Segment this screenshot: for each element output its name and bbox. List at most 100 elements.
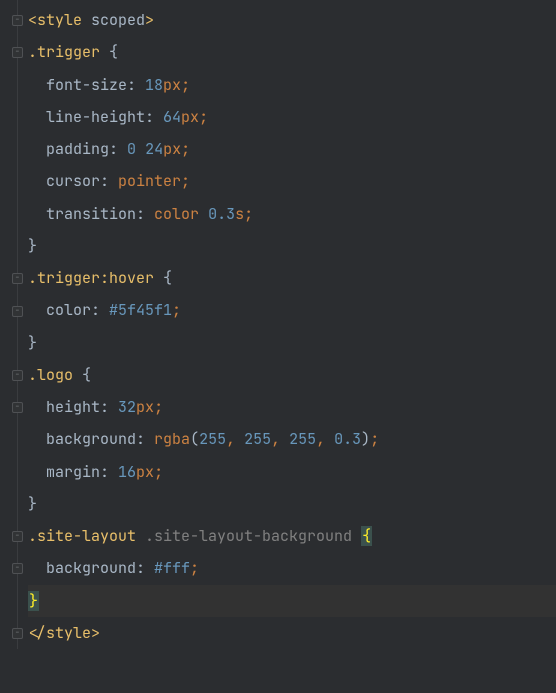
fold-icon[interactable] xyxy=(12,273,23,284)
unit: s xyxy=(235,204,244,224)
tag-close: > xyxy=(91,623,100,643)
property: margin xyxy=(28,462,100,482)
comma: , xyxy=(271,429,289,449)
fold-icon[interactable] xyxy=(12,628,23,639)
tag-close: > xyxy=(145,10,154,30)
unit: px xyxy=(163,75,181,95)
gutter xyxy=(0,4,24,653)
code-line[interactable]: margin: 16px; xyxy=(28,456,556,488)
brace: { xyxy=(154,268,172,288)
brace: } xyxy=(28,333,37,353)
number: 0 xyxy=(127,139,136,159)
brace: } xyxy=(28,494,37,514)
semi: ; xyxy=(244,204,253,224)
semi: ; xyxy=(154,397,163,417)
paren: ( xyxy=(190,429,199,449)
unit: px xyxy=(163,139,181,159)
code-line[interactable]: background: rgba(255, 255, 255, 0.3); xyxy=(28,423,556,455)
code-line-current[interactable]: } xyxy=(28,585,556,617)
semi: ; xyxy=(154,462,163,482)
brace: } xyxy=(28,236,37,256)
code-line[interactable]: line-height: 64px; xyxy=(28,101,556,133)
fold-icon[interactable] xyxy=(12,47,23,58)
value: #fff xyxy=(154,558,190,578)
fold-icon[interactable] xyxy=(12,531,23,542)
tag-open: < xyxy=(28,10,37,30)
number: 255 xyxy=(199,429,226,449)
space xyxy=(136,139,145,159)
comma: , xyxy=(316,429,334,449)
code-line[interactable]: <style scoped> xyxy=(28,4,556,36)
code-line[interactable]: padding: 0 24px; xyxy=(28,133,556,165)
unit: px xyxy=(181,107,199,127)
code-line[interactable]: cursor: pointer; xyxy=(28,165,556,197)
unit: px xyxy=(136,397,154,417)
code-line[interactable]: font-size: 18px; xyxy=(28,69,556,101)
colon: : xyxy=(100,462,118,482)
number: 255 xyxy=(244,429,271,449)
fold-icon[interactable] xyxy=(12,370,23,381)
selector: .trigger xyxy=(28,42,100,62)
colon: : xyxy=(100,397,118,417)
code-line[interactable]: .site-layout .site-layout-background { xyxy=(28,520,556,552)
selector: .site-layout xyxy=(28,526,136,546)
code-line[interactable]: background: #fff; xyxy=(28,552,556,584)
property: height xyxy=(28,397,100,417)
code-line[interactable]: height: 32px; xyxy=(28,391,556,423)
function: rgba xyxy=(154,429,190,449)
number: 64 xyxy=(163,107,181,127)
code-line[interactable]: .trigger:hover { xyxy=(28,262,556,294)
code-line[interactable]: } xyxy=(28,488,556,520)
fold-icon[interactable] xyxy=(12,563,23,574)
selector: .site-layout-background xyxy=(145,526,352,546)
property: background xyxy=(28,429,136,449)
number: 255 xyxy=(289,429,316,449)
code-line[interactable]: transition: color 0.3s; xyxy=(28,198,556,230)
brace: { xyxy=(73,365,91,385)
attr: scoped xyxy=(82,10,145,30)
brace: { xyxy=(100,42,118,62)
property: background xyxy=(28,558,136,578)
brace-match: { xyxy=(361,526,372,546)
fold-icon[interactable] xyxy=(12,306,23,317)
fold-icon[interactable] xyxy=(12,15,23,26)
colon: : xyxy=(145,107,163,127)
semi: ; xyxy=(181,75,190,95)
tag-open: </ xyxy=(28,623,46,643)
colon: : xyxy=(136,204,154,224)
comma: , xyxy=(226,429,244,449)
unit: px xyxy=(136,462,154,482)
code-line[interactable]: } xyxy=(28,327,556,359)
property: transition xyxy=(28,204,136,224)
code-line[interactable]: color: #5f45f1; xyxy=(28,294,556,326)
colon: : xyxy=(136,429,154,449)
pseudo: :hover xyxy=(100,268,154,288)
value: color xyxy=(154,204,199,224)
property: font-size xyxy=(28,75,127,95)
colon: : xyxy=(136,558,154,578)
code-line[interactable]: </style> xyxy=(28,617,556,649)
colon: : xyxy=(91,300,109,320)
code-editor[interactable]: <style scoped> .trigger { font-size: 18p… xyxy=(0,0,556,649)
tag-name: style xyxy=(37,10,82,30)
code-line[interactable]: .logo { xyxy=(28,359,556,391)
property: cursor xyxy=(28,171,100,191)
semi: ; xyxy=(370,429,379,449)
colon: : xyxy=(109,139,127,159)
semi: ; xyxy=(199,107,208,127)
number: 16 xyxy=(118,462,136,482)
number: 0.3 xyxy=(208,204,235,224)
semi: ; xyxy=(172,300,181,320)
selector: .logo xyxy=(28,365,73,385)
semi: ; xyxy=(181,171,190,191)
number: 0.3 xyxy=(334,429,361,449)
property: color xyxy=(28,300,91,320)
space xyxy=(136,526,145,546)
value: pointer xyxy=(118,171,181,191)
colon: : xyxy=(127,75,145,95)
code-line[interactable]: .trigger { xyxy=(28,36,556,68)
fold-icon[interactable] xyxy=(12,402,23,413)
code-line[interactable]: } xyxy=(28,230,556,262)
semi: ; xyxy=(190,558,199,578)
property: padding xyxy=(28,139,109,159)
